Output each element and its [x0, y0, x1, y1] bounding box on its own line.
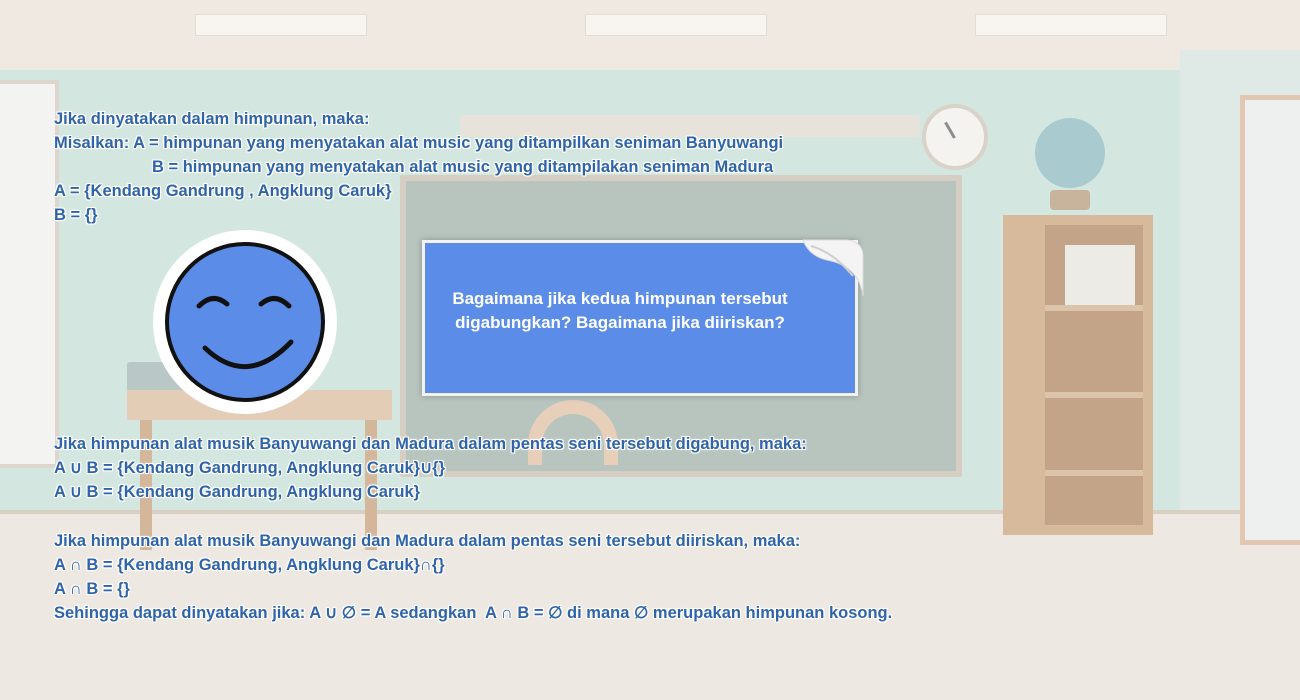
- conclusion: Sehingga dapat dinyatakan jika: A ∪ ∅ = …: [54, 604, 893, 622]
- set-a-definition: A = {Kendang Gandrung , Angklung Caruk}: [54, 182, 392, 200]
- intro-line-1: Jika dinyatakan dalam himpunan, maka:: [54, 110, 370, 128]
- intersection-step-1: A ∩ B = {Kendang Gandrung, Angklung Caru…: [54, 556, 445, 574]
- intersection-intro: Jika himpunan alat musik Banyuwangi dan …: [54, 532, 801, 550]
- set-b-definition: B = {}: [54, 206, 98, 224]
- question-text: Bagaimana jika kedua himpunan tersebut d…: [452, 289, 788, 332]
- smiley-face-icon: [165, 242, 325, 402]
- content-overlay: Jika dinyatakan dalam himpunan, maka: Mi…: [0, 0, 1300, 700]
- intersection-result: A ∩ B = {}: [54, 580, 130, 598]
- question-note: Bagaimana jika kedua himpunan tersebut d…: [410, 228, 865, 403]
- smiley-features: [196, 296, 294, 370]
- page-curl-icon: [803, 239, 864, 296]
- intro-line-2: Misalkan: A = himpunan yang menyatakan a…: [54, 134, 784, 152]
- union-step-1: A ∪ B = {Kendang Gandrung, Angklung Caru…: [54, 459, 446, 477]
- intro-line-3: B = himpunan yang menyatakan alat music …: [152, 158, 774, 176]
- union-intro: Jika himpunan alat musik Banyuwangi dan …: [54, 435, 807, 453]
- union-result: A ∪ B = {Kendang Gandrung, Angklung Caru…: [54, 483, 421, 501]
- note-paper: Bagaimana jika kedua himpunan tersebut d…: [422, 240, 858, 396]
